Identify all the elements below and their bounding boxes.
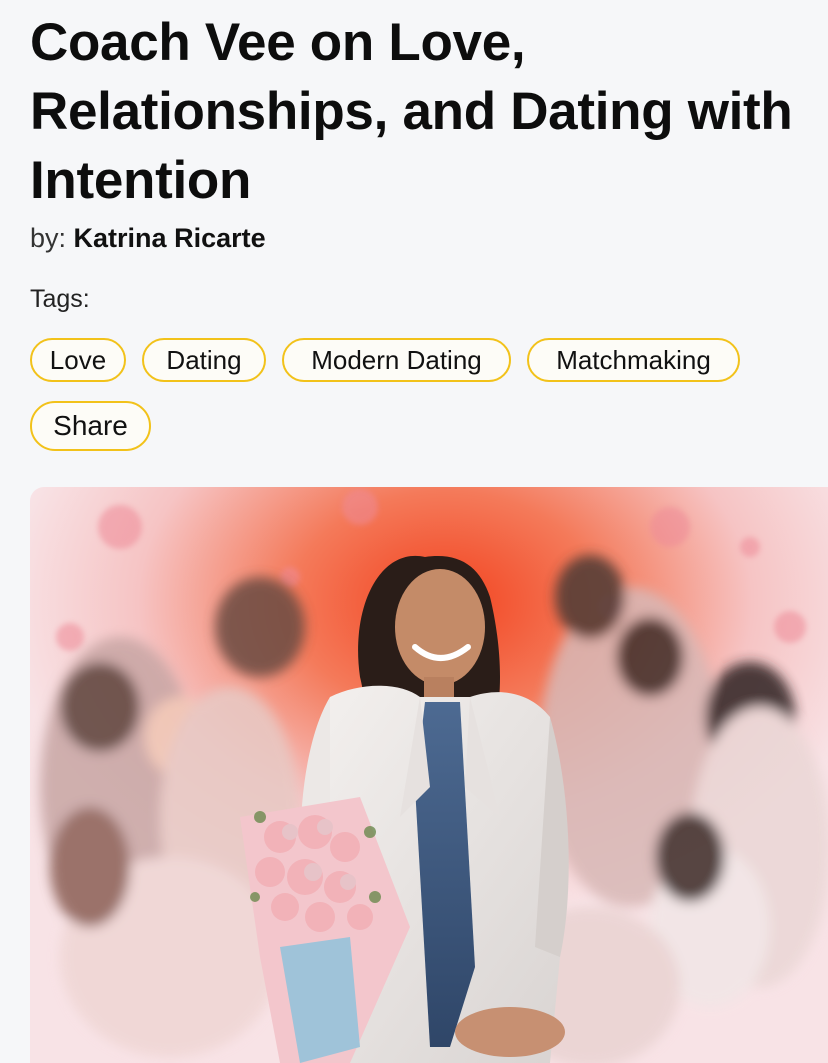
tag-matchmaking[interactable]: Matchmaking <box>527 338 740 382</box>
tag-dating[interactable]: Dating <box>142 338 266 382</box>
hero-illustration <box>30 487 828 1063</box>
article-title: Coach Vee on Love, Relationships, and Da… <box>30 13 793 210</box>
tags-label: Tags: <box>30 285 90 313</box>
byline: by: Katrina Ricarte <box>30 220 266 256</box>
byline-prefix: by: <box>30 223 67 253</box>
tag-modern-dating[interactable]: Modern Dating <box>282 338 511 382</box>
author-name[interactable]: Katrina Ricarte <box>74 223 266 253</box>
share-button[interactable]: Share <box>30 401 151 451</box>
hero-image <box>30 487 828 1063</box>
tag-love[interactable]: Love <box>30 338 126 382</box>
